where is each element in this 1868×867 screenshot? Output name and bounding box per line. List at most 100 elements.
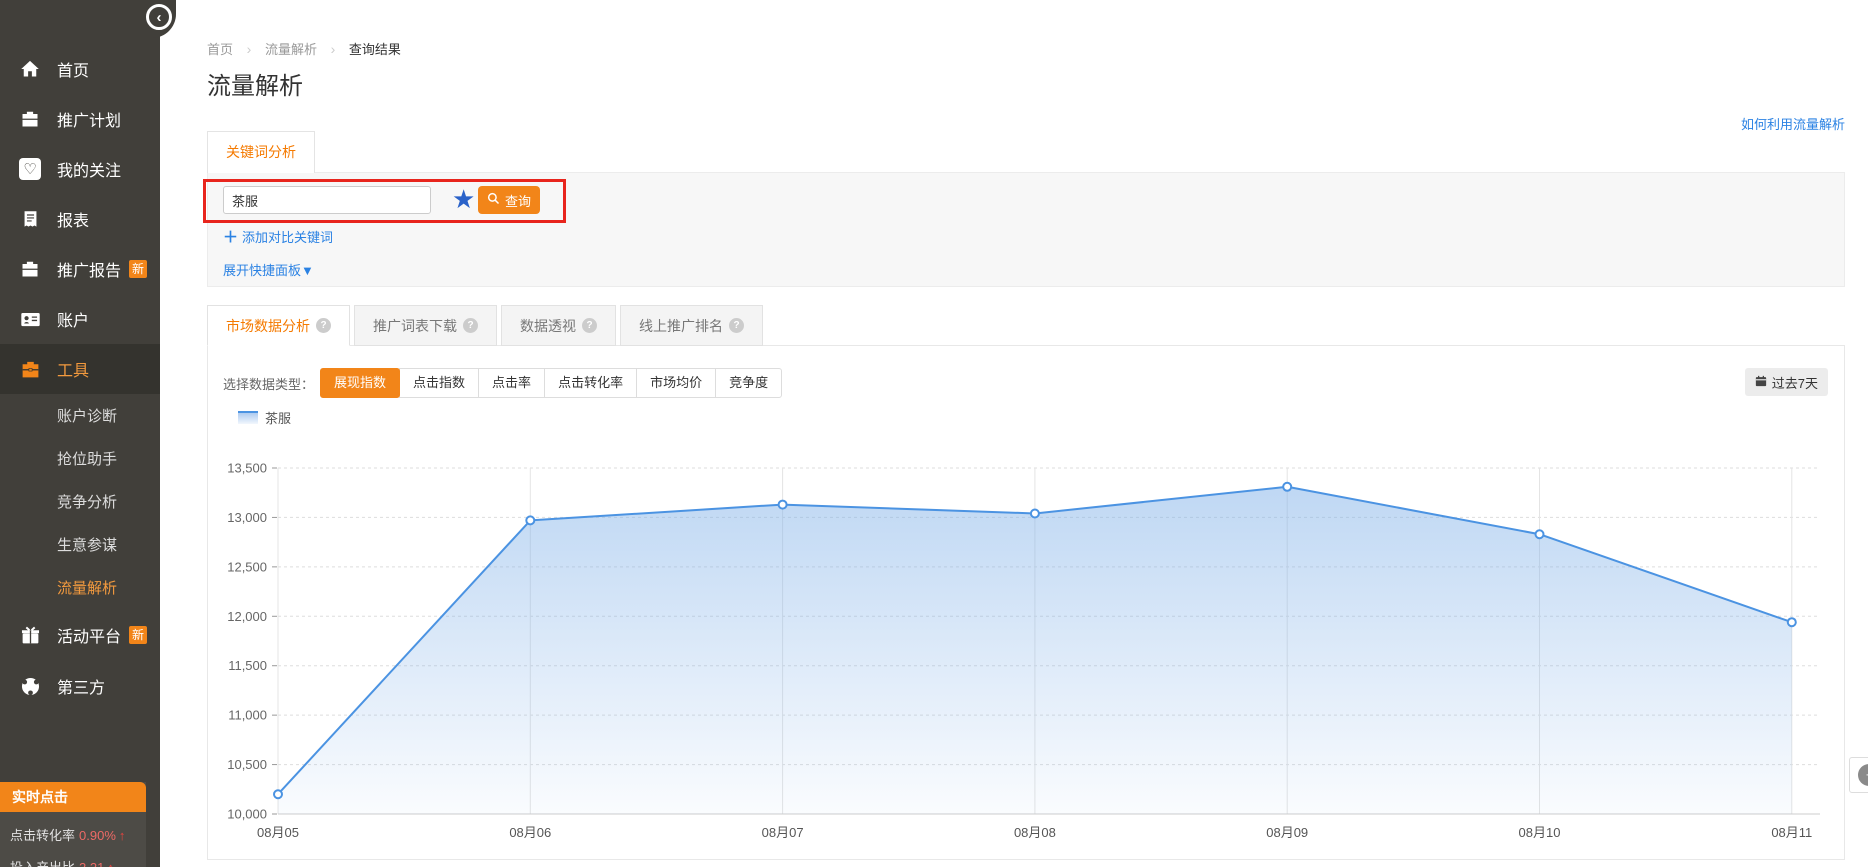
favorite-star-icon[interactable]: ★ [452, 184, 475, 214]
type-option-click-index[interactable]: 点击指数 [399, 368, 479, 398]
gift-icon [18, 623, 42, 647]
sidebar-collapse-button[interactable]: ‹ [146, 4, 172, 30]
help-circle-icon[interactable]: ? [729, 318, 744, 333]
type-option-click-conversion[interactable]: 点击转化率 [544, 368, 637, 398]
briefcase-icon [18, 257, 42, 281]
type-option-market-avg-price[interactable]: 市场均价 [636, 368, 716, 398]
svg-text:08月06: 08月06 [509, 825, 551, 840]
tab-keyword-analysis[interactable]: 关键词分析 [207, 131, 315, 173]
keyword-input[interactable] [223, 186, 431, 214]
sidebar-subitem-competition-analysis[interactable]: 竞争分析 [0, 480, 160, 523]
sidebar-item-tools[interactable]: 工具 [0, 344, 160, 394]
sidebar-item-home[interactable]: 首页 [0, 44, 160, 94]
sidebar-item-promo-report[interactable]: 推广报告 新 [0, 244, 160, 294]
sidebar-item-campaigns[interactable]: 推广计划 [0, 94, 160, 144]
sidebar-item-reports[interactable]: 报表 [0, 194, 160, 244]
chart-legend[interactable]: 茶服 [238, 408, 291, 427]
sidebar-item-label: 活动平台 [57, 623, 121, 647]
sidebar-item-account[interactable]: 账户 [0, 294, 160, 344]
realtime-panel-header[interactable]: 实时点击 [0, 782, 146, 812]
chevron-left-icon: ‹ [157, 10, 162, 25]
help-circle-icon[interactable]: ? [316, 318, 331, 333]
new-badge: 新 [129, 626, 147, 644]
sidebar-subitem-rank-assistant[interactable]: 抢位助手 [0, 437, 160, 480]
chart-panel: 选择数据类型： 展现指数 点击指数 点击率 点击转化率 市场均价 竞争度 过去7… [207, 345, 1845, 860]
up-arrow-icon: ↑ [119, 828, 126, 843]
report-icon [18, 207, 42, 231]
tab-market-data-analysis[interactable]: 市场数据分析 ? [207, 305, 350, 346]
sidebar: ‹ 首页 推广计划 ♡ 我的关注 报表 [0, 0, 160, 867]
data-tabs: 市场数据分析 ? 推广词表下载 ? 数据透视 ? 线上推广排名 ? [207, 305, 767, 346]
breadcrumb-home[interactable]: 首页 [207, 42, 233, 57]
plus-icon: ＋ [223, 229, 238, 246]
help-circle-icon[interactable]: ? [463, 318, 478, 333]
help-circle-icon[interactable]: ? [582, 318, 597, 333]
type-option-ctr[interactable]: 点击率 [478, 368, 545, 398]
sidebar-item-label: 推广计划 [57, 107, 121, 131]
svg-text:08月11: 08月11 [1771, 825, 1812, 840]
svg-text:12,000: 12,000 [227, 609, 267, 624]
sidebar-subitem-account-diagnosis[interactable]: 账户诊断 [0, 394, 160, 437]
id-card-icon [18, 307, 42, 331]
svg-text:11,000: 11,000 [228, 708, 267, 723]
svg-text:08月10: 08月10 [1519, 825, 1561, 840]
sidebar-subitem-business-advisor[interactable]: 生意参谋 [0, 523, 160, 566]
sidebar-item-third-party[interactable]: 第三方 [0, 661, 160, 711]
svg-text:10,500: 10,500 [227, 757, 267, 772]
new-badge: 新 [129, 260, 147, 278]
stat-roi: 投入产出比2.21↑ [0, 844, 146, 867]
date-range-button[interactable]: 过去7天 [1745, 368, 1828, 396]
sidebar-item-label: 首页 [57, 57, 89, 81]
breadcrumb-separator: › [247, 41, 252, 57]
stat-value: 2.21 [79, 860, 104, 867]
svg-text:08月07: 08月07 [762, 825, 804, 840]
data-type-label: 选择数据类型： [223, 374, 314, 393]
breadcrumb: 首页 › 流量解析 › 查询结果 [207, 39, 401, 58]
breadcrumb-traffic-analysis[interactable]: 流量解析 [265, 42, 317, 57]
up-arrow-icon: ↑ [107, 860, 114, 867]
svg-text:08月09: 08月09 [1266, 825, 1308, 840]
sidebar-nav: 首页 推广计划 ♡ 我的关注 报表 推广报告 新 [0, 0, 160, 711]
traffic-chart: 10,00010,50011,00011,50012,00012,50013,0… [208, 441, 1844, 861]
calendar-icon [1755, 375, 1767, 390]
svg-text:08月08: 08月08 [1014, 825, 1056, 840]
add-compare-keyword-link[interactable]: ＋添加对比关键词 [223, 226, 333, 247]
tab-data-pivot[interactable]: 数据透视 ? [501, 305, 616, 346]
sidebar-item-label: 我的关注 [57, 157, 121, 181]
legend-label: 茶服 [265, 408, 291, 427]
search-icon [487, 192, 500, 208]
feedback-icon: ·· [1858, 764, 1868, 786]
tab-online-promo-ranking[interactable]: 线上推广排名 ? [620, 305, 763, 346]
svg-text:12,500: 12,500 [227, 559, 267, 574]
legend-swatch [238, 411, 258, 424]
breadcrumb-current: 查询结果 [349, 42, 401, 57]
type-option-impression-index[interactable]: 展现指数 [320, 368, 400, 398]
sidebar-item-label: 账户 [57, 307, 89, 331]
heart-icon: ♡ [18, 157, 42, 181]
type-option-competition[interactable]: 竞争度 [715, 368, 782, 398]
page-title: 流量解析 [207, 66, 303, 101]
svg-text:10,000: 10,000 [227, 807, 267, 822]
sidebar-item-label: 推广报告 [57, 257, 121, 281]
sidebar-subitem-traffic-analysis[interactable]: 流量解析 [0, 566, 160, 609]
expand-quick-panel-link[interactable]: 展开快捷面板▼ [223, 260, 314, 279]
home-icon [18, 57, 42, 81]
svg-text:13,000: 13,000 [227, 510, 267, 525]
sidebar-item-activity-platform[interactable]: 活动平台 新 [0, 609, 160, 661]
svg-text:13,500: 13,500 [227, 461, 267, 476]
stat-click-conversion: 点击转化率0.90%↑ [0, 812, 146, 844]
stat-value: 0.90% [79, 828, 116, 843]
tab-promo-wordlist-download[interactable]: 推广词表下载 ? [354, 305, 497, 346]
realtime-panel: 实时点击 点击转化率0.90%↑ 投入产出比2.21↑ [0, 782, 146, 867]
sidebar-item-label: 工具 [57, 357, 89, 381]
toolbox-icon [18, 357, 42, 381]
sidebar-item-favorites[interactable]: ♡ 我的关注 [0, 144, 160, 194]
sphere-icon [18, 674, 42, 698]
briefcase-icon [18, 107, 42, 131]
help-link[interactable]: 如何利用流量解析 [1741, 114, 1845, 133]
query-button[interactable]: 查询 [478, 186, 540, 214]
breadcrumb-separator: › [331, 41, 336, 57]
main-content: 首页 › 流量解析 › 查询结果 流量解析 如何利用流量解析 关键词分析 ★ 查… [160, 0, 1868, 867]
sidebar-item-label: 报表 [57, 207, 89, 231]
feedback-widget[interactable]: ·· [1849, 757, 1868, 793]
